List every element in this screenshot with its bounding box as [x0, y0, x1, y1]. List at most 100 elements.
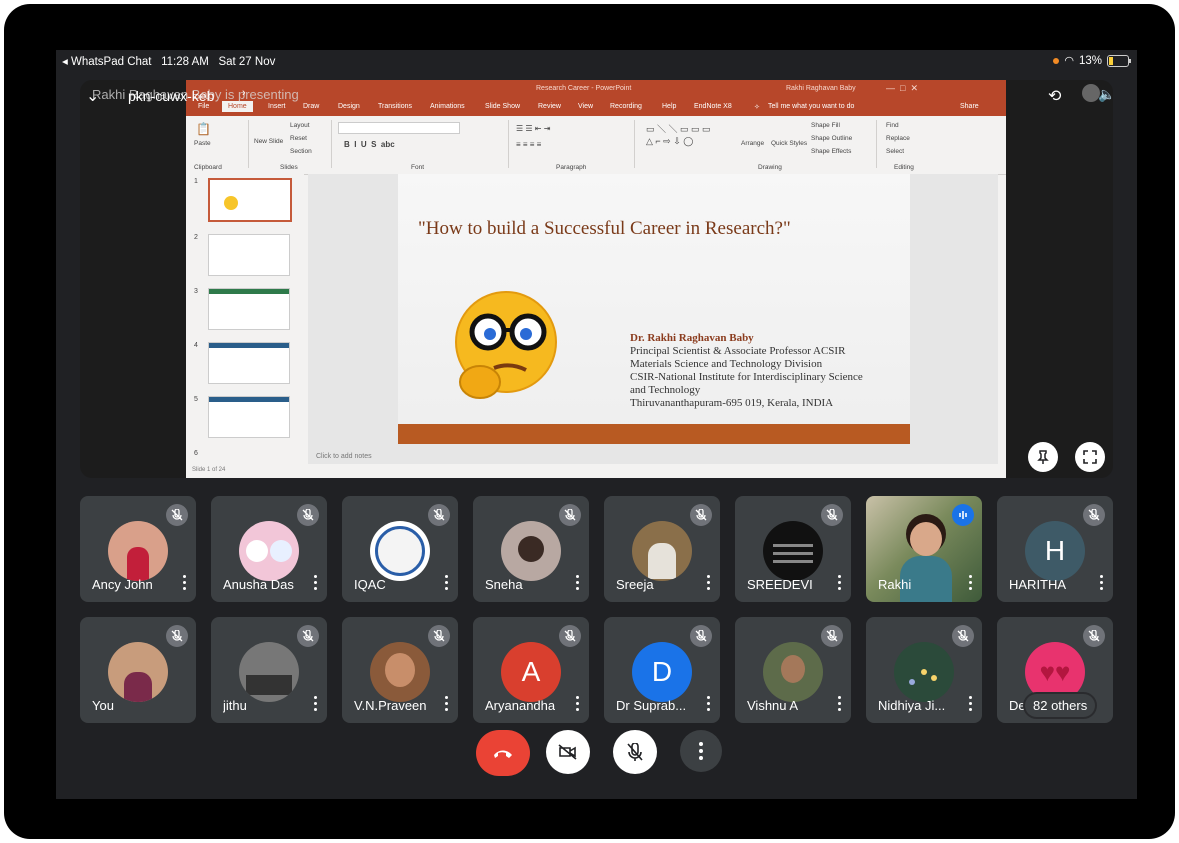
end-call-button[interactable]: [476, 730, 530, 776]
more-options-icon[interactable]: [445, 696, 449, 712]
others-count-badge[interactable]: 82 others: [1025, 694, 1096, 717]
shape-outline-button[interactable]: Shape Outline: [811, 135, 852, 142]
fullscreen-icon[interactable]: [1075, 442, 1105, 472]
participant-tile[interactable]: H HARITHA: [997, 496, 1113, 602]
more-options-icon[interactable]: [969, 575, 973, 591]
notes-pane[interactable]: Click to add notes: [308, 450, 998, 464]
quick-styles-button[interactable]: Quick Styles: [771, 140, 807, 147]
drawing-group-label: Drawing: [758, 164, 782, 171]
slide-thumbnail-pane: 1 2 3 4 5 6: [186, 174, 304, 464]
participant-tile[interactable]: V.N.Praveen: [342, 617, 458, 723]
more-options-icon[interactable]: [576, 575, 580, 591]
more-options-icon[interactable]: [445, 575, 449, 591]
participant-tile[interactable]: A Aryanandha: [473, 617, 589, 723]
slide-thumbnail[interactable]: [208, 396, 290, 438]
clipboard-group-label: Clipboard: [194, 164, 222, 171]
more-options-icon[interactable]: [838, 696, 842, 712]
more-options-icon[interactable]: [314, 575, 318, 591]
battery-percent: 13%: [1078, 54, 1102, 67]
slide-thumbnail[interactable]: [208, 342, 290, 384]
section-button[interactable]: Section: [290, 148, 312, 155]
participant-name: Anusha Das: [223, 577, 294, 592]
mic-off-icon: [428, 504, 450, 526]
participant-tile[interactable]: jithu: [211, 617, 327, 723]
avatar: [763, 642, 823, 702]
shape-effects-button[interactable]: Shape Effects: [811, 148, 851, 155]
participant-name: jithu: [223, 698, 247, 713]
align-icons: ≡ ≡ ≡ ≡: [516, 140, 542, 149]
shapes-gallery-icon[interactable]: ▭ ＼ ＼ ▭ ▭ ▭: [646, 122, 711, 135]
avatar: [763, 521, 823, 581]
current-slide: "How to build a Successful Career in Res…: [398, 174, 910, 444]
more-options-icon[interactable]: [707, 575, 711, 591]
mic-off-icon: [1083, 625, 1105, 647]
font-name-select[interactable]: [338, 122, 460, 134]
chevron-right-icon[interactable]: ›: [242, 87, 246, 99]
hearts-icon: ♥♥: [1039, 656, 1071, 687]
more-options-icon[interactable]: [576, 696, 580, 712]
avatar: [370, 642, 430, 702]
mic-toggle-button[interactable]: [613, 730, 657, 774]
replace-button[interactable]: Replace: [886, 135, 910, 142]
participant-tile[interactable]: IQAC: [342, 496, 458, 602]
select-button[interactable]: Select: [886, 148, 904, 155]
mic-in-use-indicator-icon: [1053, 57, 1060, 64]
more-options-icon[interactable]: [314, 696, 318, 712]
paste-button[interactable]: Paste: [194, 140, 211, 147]
participant-tile[interactable]: Anusha Das: [211, 496, 327, 602]
avatar: [632, 521, 692, 581]
status-bar: ◂ WhatsPad Chat 11:28 AM Sat 27 Nov ◠ 13…: [56, 50, 1137, 72]
slide-thumbnail[interactable]: [208, 234, 290, 276]
reset-button[interactable]: Reset: [290, 135, 307, 142]
avatar: [501, 521, 561, 581]
more-options-icon[interactable]: [183, 575, 187, 591]
more-vert-icon: [699, 742, 703, 760]
call-controls: [56, 730, 1137, 790]
more-options-button[interactable]: [680, 730, 722, 772]
back-to-app-link[interactable]: ◂ WhatsPad Chat: [62, 56, 152, 68]
meet-header: ⌄ Rakhi Raghavan Baby is presenting pkn-…: [80, 80, 1113, 110]
avatar: A: [501, 642, 561, 702]
participant-tile[interactable]: D Dr Suprab...: [604, 617, 720, 723]
slide-thumbnail[interactable]: [208, 288, 290, 330]
new-slide-button[interactable]: New Slide: [254, 138, 283, 145]
more-options-icon[interactable]: [969, 696, 973, 712]
participant-tile[interactable]: Sreeja: [604, 496, 720, 602]
participant-tile[interactable]: Ancy John: [80, 496, 196, 602]
video-off-icon: [558, 744, 577, 760]
avatar: H: [1025, 521, 1085, 581]
mic-off-icon: [690, 625, 712, 647]
participant-name: You: [92, 698, 114, 713]
more-options-icon[interactable]: [1100, 575, 1104, 591]
slide-canvas: "How to build a Successful Career in Res…: [308, 174, 998, 464]
arrange-button[interactable]: Arrange: [741, 140, 764, 147]
more-options-icon[interactable]: [707, 696, 711, 712]
switch-camera-icon[interactable]: ⟲: [1048, 86, 1061, 106]
font-group-label: Font: [411, 164, 425, 171]
battery-icon: [1107, 54, 1131, 67]
slide-thumbnail[interactable]: [208, 178, 292, 222]
meeting-code[interactable]: pkn-cuwx-keb: [128, 88, 214, 104]
mic-off-icon: [821, 625, 843, 647]
find-button[interactable]: Find: [886, 122, 899, 129]
participant-tile[interactable]: SREEDEVI: [735, 496, 851, 602]
participant-tile[interactable]: Vishnu A: [735, 617, 851, 723]
participant-name: SREEDEVI: [747, 577, 813, 592]
more-options-icon[interactable]: [838, 575, 842, 591]
layout-button[interactable]: Layout: [290, 122, 310, 129]
thinking-emoji-icon: [455, 291, 557, 399]
shape-fill-button[interactable]: Shape Fill: [811, 122, 840, 129]
participant-tile[interactable]: Nidhiya Ji...: [866, 617, 982, 723]
paste-icon: 📋: [196, 122, 211, 136]
author-affiliation-line: Principal Scientist & Associate Professo…: [630, 345, 846, 357]
participant-tile[interactable]: You: [80, 617, 196, 723]
participant-tile[interactable]: ♥♥ De 82 others: [997, 617, 1113, 723]
speaker-icon[interactable]: 🔈: [1098, 86, 1113, 103]
mic-off-icon: [1083, 504, 1105, 526]
participant-video-tile[interactable]: Rakhi: [866, 496, 982, 602]
mic-off-icon: [559, 504, 581, 526]
participant-tile[interactable]: Sneha: [473, 496, 589, 602]
camera-toggle-button[interactable]: [546, 730, 590, 774]
status-date: Sat 27 Nov: [218, 56, 276, 68]
pin-icon[interactable]: [1028, 442, 1058, 472]
